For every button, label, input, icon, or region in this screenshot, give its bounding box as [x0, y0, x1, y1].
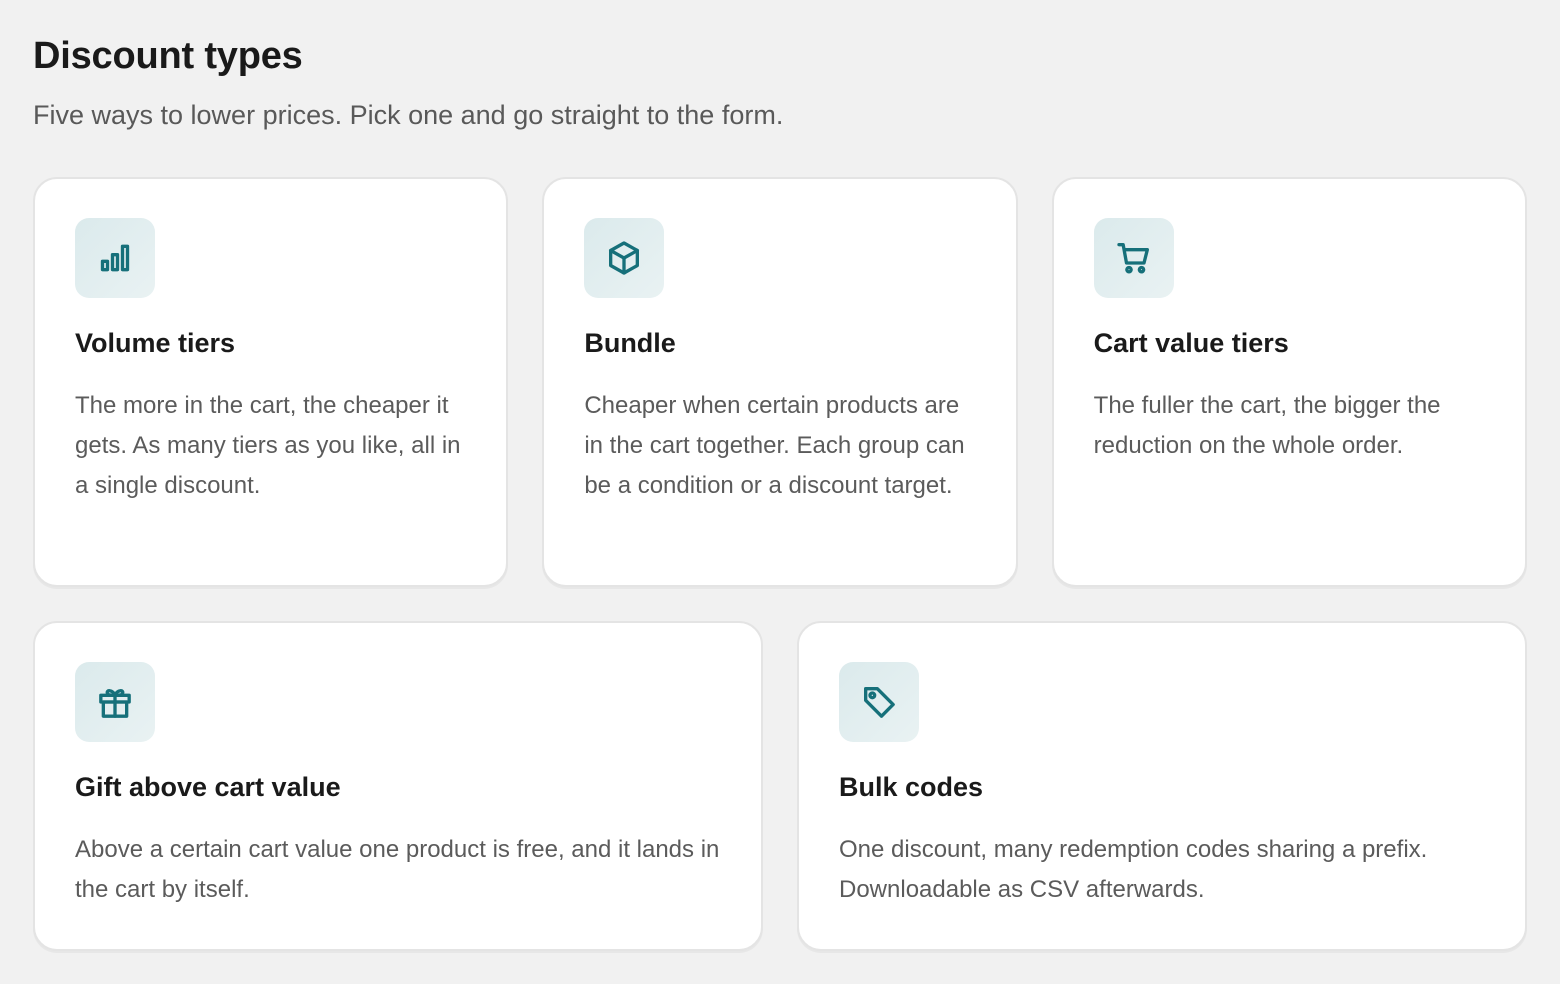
page-subtitle: Five ways to lower prices. Pick one and … — [33, 100, 784, 130]
card-title: Volume tiers — [75, 328, 236, 358]
card-title: Bundle — [584, 328, 676, 358]
bar-chart-icon — [75, 218, 155, 298]
card-description: Cheaper when certain products are in the… — [584, 392, 965, 499]
card-description: One discount, many redemption codes shar… — [839, 836, 1428, 903]
card-title: Bulk codes — [839, 772, 984, 802]
shopping-cart-icon — [1093, 218, 1174, 298]
card-bundle[interactable]: Bundle Cheaper when certain products are… — [542, 177, 1018, 587]
card-bulk-codes[interactable]: Bulk codes One discount, many redemption… — [797, 621, 1527, 951]
card-row-top: Volume tiers The more in the cart, the c… — [33, 177, 1527, 587]
card-title: Gift above cart value — [75, 772, 341, 802]
card-title: Cart value tiers — [1093, 328, 1289, 358]
tag-icon — [839, 662, 919, 742]
card-gift-above-cart-value[interactable]: Gift above cart value Above a certain ca… — [33, 621, 763, 951]
gift-icon — [75, 662, 155, 742]
page-title: Discount types — [33, 35, 303, 77]
card-row-bottom: Gift above cart value Above a certain ca… — [33, 621, 1527, 951]
card-volume-tiers[interactable]: Volume tiers The more in the cart, the c… — [33, 177, 509, 587]
card-description: The more in the cart, the cheaper it get… — [75, 392, 461, 499]
card-cart-value-tiers[interactable]: Cart value tiers The fuller the cart, th… — [1051, 177, 1527, 587]
box-icon — [584, 218, 665, 298]
card-description: Above a certain cart value one product i… — [75, 836, 720, 903]
discount-types-page: Discount types Five ways to lower prices… — [0, 0, 1560, 984]
card-description: The fuller the cart, the bigger the redu… — [1093, 392, 1441, 459]
